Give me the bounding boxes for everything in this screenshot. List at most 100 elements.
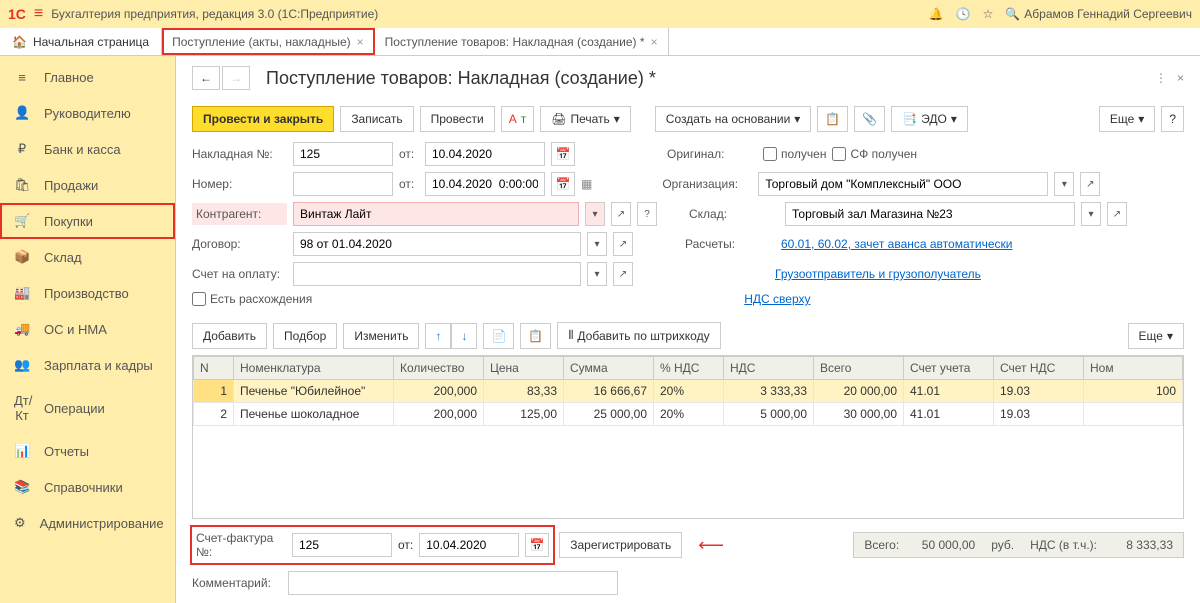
nav-main[interactable]: ≡Главное [0,60,175,95]
bag-icon: 🛍 [14,177,30,193]
dropdown-icon[interactable]: ▾ [587,262,607,286]
dropdown-icon[interactable]: ▾ [587,232,607,256]
table-row[interactable]: 1Печенье "Юбилейное"200,00083,3316 666,6… [194,380,1183,403]
more-button[interactable]: Еще ▾ [1099,106,1155,132]
forward-button[interactable]: → [222,66,250,90]
create-based-button[interactable]: Создать на основании ▾ [655,106,812,132]
dropdown-icon[interactable]: ▾ [585,202,605,226]
nav-bank[interactable]: ₽Банк и касса [0,131,175,167]
hint-button[interactable]: ? [637,202,657,226]
home-icon: ≡ [14,70,30,85]
nds-link[interactable]: НДС сверху [744,292,810,306]
star-icon[interactable]: ☆ [983,7,994,21]
nakl-label: Накладная №: [192,147,287,161]
titlebar: 1С ≡ Бухгалтерия предприятия, редакция 3… [0,0,1200,28]
nav-manager[interactable]: 👤Руководителю [0,95,175,131]
calendar-icon[interactable]: 📅 [525,533,549,557]
page-title: Поступление товаров: Накладная (создание… [266,68,1139,89]
table-more-button[interactable]: Еще ▾ [1128,323,1184,349]
print-button[interactable]: 🖨 Печать ▾ [540,106,631,132]
nav-purchases[interactable]: 🛒Покупки [0,203,175,239]
related-button[interactable]: 📋 [817,106,848,132]
add-row-button[interactable]: Добавить [192,323,267,349]
menu-icon[interactable]: ≡ [34,5,43,23]
dropdown-icon[interactable]: ▾ [1054,172,1074,196]
copy-button[interactable]: 📄 [483,323,514,349]
tab-invoice[interactable]: Поступление товаров: Накладная (создание… [375,28,669,55]
expand-icon[interactable]: ↗ [1080,172,1100,196]
close-icon[interactable]: × [651,35,658,49]
menu-dots-icon[interactable]: ⋮ [1155,71,1167,85]
rasx-checkbox[interactable]: Есть расхождения [192,292,312,306]
back-button[interactable]: ← [192,66,220,90]
tab-receipts[interactable]: Поступление (акты, накладные)× [162,28,375,55]
attachments-button[interactable]: 📎 [854,106,885,132]
nav-assets[interactable]: 🚚ОС и НМА [0,311,175,347]
number-input[interactable] [293,172,393,196]
expand-icon[interactable]: ↗ [613,262,633,286]
nav-production[interactable]: 🏭Производство [0,275,175,311]
gruz-link[interactable]: Грузоотправитель и грузополучатель [775,267,981,281]
barcode-button[interactable]: ⫴ Добавить по штрихкоду [557,322,720,349]
contragent-input[interactable] [293,202,579,226]
invoice-highlight: Счет-фактура №: от: 📅 [192,527,553,563]
expand-icon[interactable]: ↗ [1107,202,1127,226]
raschety-link[interactable]: 60.01, 60.02, зачет аванса автоматически [781,237,1012,251]
app-title: Бухгалтерия предприятия, редакция 3.0 (1… [51,7,928,21]
items-table[interactable]: N Номенклатура Количество Цена Сумма % Н… [192,355,1184,519]
edo-button[interactable]: 📑 ЭДО ▾ [891,106,968,132]
edit-button[interactable]: Изменить [343,323,419,349]
dogovor-input[interactable] [293,232,581,256]
manager-icon: 👤 [14,105,30,121]
nav-admin[interactable]: ⚙Администрирование [0,505,175,541]
nakl-number-input[interactable] [293,142,393,166]
expand-icon[interactable]: ↗ [611,202,631,226]
paste-button[interactable]: 📋 [520,323,551,349]
write-button[interactable]: Записать [340,106,413,132]
register-button[interactable]: Зарегистрировать [559,532,682,558]
totals-panel: Всего: 50 000,00 руб. НДС (в т.ч.): 8 33… [853,532,1184,558]
move-up-button[interactable]: ↑ [425,323,451,349]
comment-input[interactable] [288,571,618,595]
schet-input[interactable] [293,262,581,286]
move-down-button[interactable]: ↓ [451,323,477,349]
bell-icon[interactable]: 🔔 [929,7,944,21]
post-button[interactable]: Провести [420,106,495,132]
dt-kt-button[interactable]: Ат [501,106,535,132]
date-input[interactable] [425,172,545,196]
dropdown-icon[interactable]: ▾ [1081,202,1101,226]
org-input[interactable] [758,172,1048,196]
home-tab[interactable]: 🏠 Начальная страница [0,28,162,55]
received-checkbox[interactable]: получен [763,147,826,161]
nav-salary[interactable]: 👥Зарплата и кадры [0,347,175,383]
nav-reports[interactable]: 📊Отчеты [0,433,175,469]
close-icon[interactable]: × [357,35,364,49]
sidebar: ≡Главное 👤Руководителю ₽Банк и касса 🛍Пр… [0,56,175,603]
gear-icon: ⚙ [14,515,26,531]
nav-warehouse[interactable]: 📦Склад [0,239,175,275]
help-button[interactable]: ? [1161,106,1184,132]
expand-icon[interactable]: ↗ [613,232,633,256]
nav-sales[interactable]: 🛍Продажи [0,167,175,203]
sf-number-input[interactable] [292,533,392,557]
tabsbar: 🏠 Начальная страница Поступление (акты, … [0,28,1200,56]
nakl-date-input[interactable] [425,142,545,166]
ruble-icon: ₽ [14,141,30,157]
calendar-icon[interactable]: 📅 [551,142,575,166]
nav-refs[interactable]: 📚Справочники [0,469,175,505]
box-icon: 📦 [14,249,30,265]
annotation-arrow: ⟵ [698,535,724,556]
history-icon[interactable]: 🕓 [956,7,971,21]
table-row[interactable]: 2Печенье шоколадное200,000125,0025 000,0… [194,403,1183,426]
pick-button[interactable]: Подбор [273,323,337,349]
sklad-input[interactable] [785,202,1075,226]
post-and-close-button[interactable]: Провести и закрыть [192,106,334,132]
calendar-icon[interactable]: 📅 [551,172,575,196]
close-page-icon[interactable]: × [1177,71,1184,85]
sf-received-checkbox[interactable]: СФ получен [832,147,917,161]
sf-date-input[interactable] [419,533,519,557]
nav-ops[interactable]: Дт/КтОперации [0,383,175,433]
book-icon: 📚 [14,479,30,495]
user-menu[interactable]: 🔍 Абрамов Геннадий Сергеевич [1005,7,1192,21]
factory-icon: 🏭 [14,285,30,301]
